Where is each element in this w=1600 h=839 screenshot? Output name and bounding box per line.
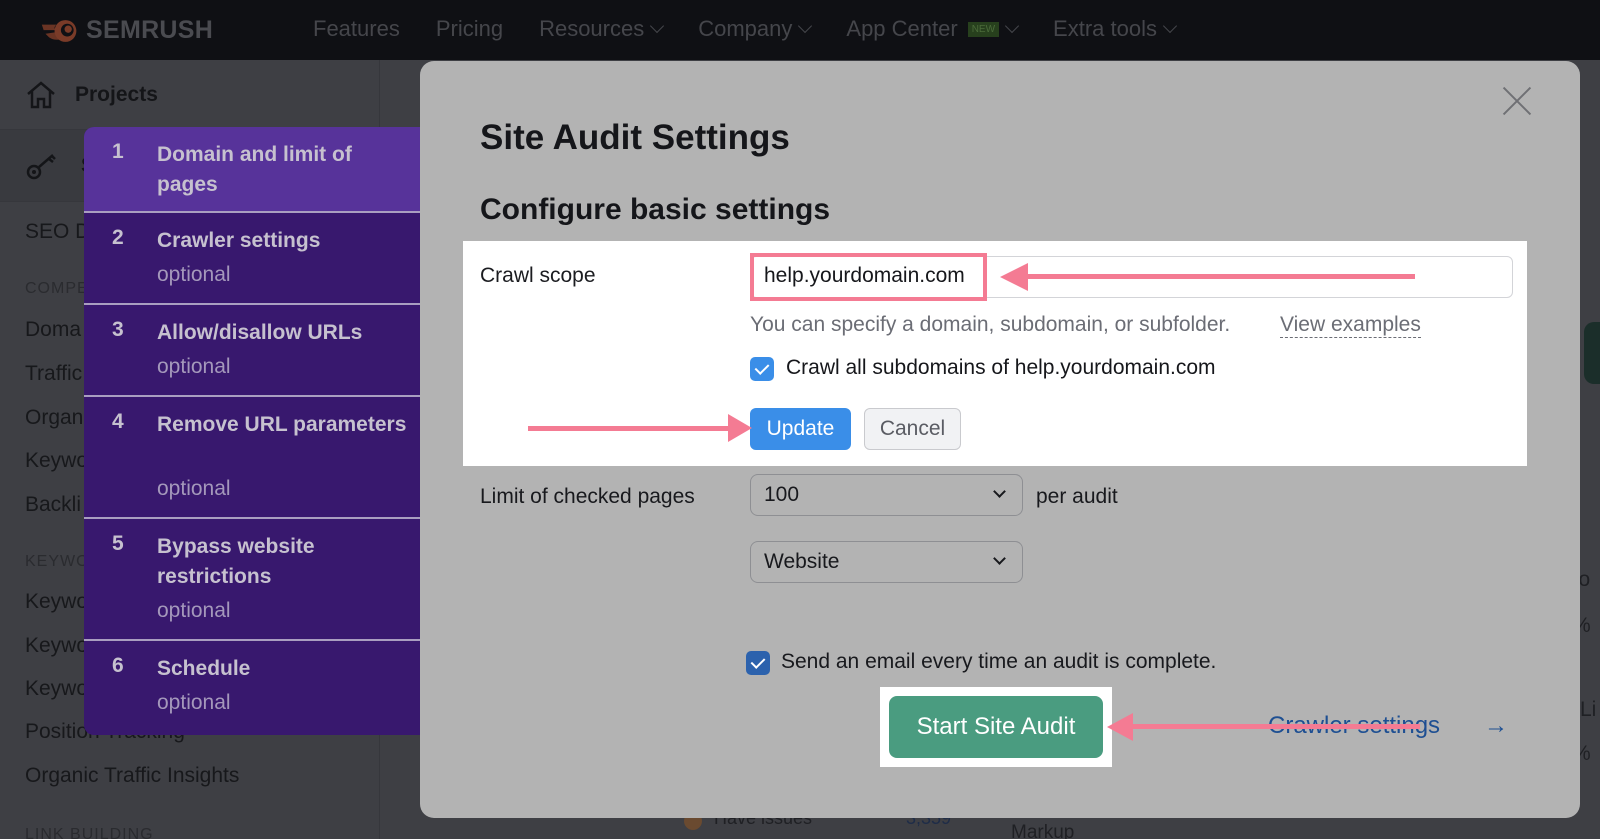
nav-app-center[interactable]: App Center NEW [846,16,1020,42]
sidebar-item[interactable]: Keywo [25,634,88,658]
crawl-subdomains-checkbox[interactable] [750,357,774,381]
sidebar-section: LINK BUILDING [25,826,154,839]
per-audit-label: per audit [1036,485,1118,508]
view-examples-link[interactable]: View examples [1280,313,1421,338]
step-optional: optional [157,477,231,500]
brand-name: SEMRUSH [86,16,214,44]
email-notification-label: Send an email every time an audit is com… [781,650,1217,673]
step-number: 2 [112,226,124,249]
sidebar-item[interactable]: Organ [25,406,83,430]
nav-company[interactable]: Company [698,16,813,42]
crawl-subdomains-label: Crawl all subdomains of help.yourdomain.… [786,356,1216,379]
sidebar-projects[interactable]: Projects [0,60,380,130]
crawl-source-select[interactable]: Website [750,541,1023,583]
step-5-bypass-restrictions[interactable]: 5 Bypass website restrictions optional [84,519,420,641]
chevron-down-icon [650,18,665,34]
email-notification-checkbox[interactable] [746,651,770,675]
step-number: 1 [112,140,124,163]
chevron-down-icon [993,485,1006,498]
cancel-button[interactable]: Cancel [864,408,961,450]
crawl-source-value: Website [764,550,840,573]
step-4-remove-url-params[interactable]: 4 Remove URL parameters optional [84,397,420,519]
nav-label: Resources [539,16,645,41]
crawl-scope-label: Crawl scope [480,264,596,287]
step-number: 3 [112,318,124,341]
close-icon[interactable] [1500,84,1534,118]
nav-features[interactable]: Features [313,16,400,42]
sidebar-item[interactable]: Keywo [25,590,88,614]
step-1-domain[interactable]: 1 Domain and limit of pages [84,127,420,213]
chevron-down-icon [798,18,813,34]
step-title: Crawler settings [157,229,321,252]
crawl-scope-hint: You can specify a domain, subdomain, or … [750,313,1231,336]
limit-pages-select[interactable]: 100 [750,474,1023,516]
nav-extra-tools[interactable]: Extra tools [1053,16,1178,42]
step-6-schedule[interactable]: 6 Schedule optional [84,641,420,735]
sidebar-section: KEYWO [25,553,90,570]
step-3-allow-disallow[interactable]: 3 Allow/disallow URLs optional [84,305,420,397]
step-title: Bypass website restrictions [157,535,315,588]
chevron-down-icon [1004,18,1020,34]
nav-pricing[interactable]: Pricing [436,16,503,42]
semrush-logo[interactable]: SEMRUSH [40,16,213,45]
background-text: Markup [1011,822,1075,839]
crawl-scope-value[interactable]: help.yourdomain.com [764,264,965,288]
wizard-steps: 1 Domain and limit of pages 2 Crawler se… [84,127,420,735]
nav-resources[interactable]: Resources [539,16,665,42]
nav-label: Company [698,16,793,41]
step-optional: optional [157,355,231,378]
step-optional: optional [157,691,231,714]
sidebar-item[interactable]: SEO D [25,220,90,244]
start-site-audit-button[interactable]: Start Site Audit [889,696,1103,758]
chevron-down-icon [1162,18,1178,34]
step-optional: optional [157,263,231,286]
nav-label: Extra tools [1053,16,1157,41]
step-2-crawler-settings[interactable]: 2 Crawler settings optional [84,213,420,305]
limit-pages-value: 100 [764,483,800,506]
nav-label: Features [313,16,400,41]
chevron-down-icon [993,552,1006,565]
step-number: 4 [112,410,124,433]
modal-subtitle: Configure basic settings [480,193,831,226]
update-button[interactable]: Update [750,408,851,450]
top-nav: SEMRUSH Features Pricing Resources Compa… [0,0,1600,60]
key-icon [26,153,56,179]
new-badge: NEW [967,21,1000,37]
limit-pages-label: Limit of checked pages [480,485,695,508]
sidebar-item[interactable]: Keywo [25,677,88,701]
background-text: Li [1580,698,1597,721]
sidebar-item[interactable]: Doma [25,318,81,342]
nav-label: App Center [846,16,958,41]
step-number: 6 [112,654,124,677]
step-title: Remove URL parameters [157,413,407,436]
background-button [1584,322,1600,384]
sidebar-item[interactable]: Keywo [25,449,88,473]
sidebar-item[interactable]: Traffic [25,362,82,386]
semrush-logo-icon [41,19,77,42]
arrow-right-icon[interactable]: → [1484,712,1508,740]
step-title: Schedule [157,657,251,680]
modal-title: Site Audit Settings [480,118,790,157]
sidebar-item[interactable]: Backli [25,493,81,517]
step-optional: optional [157,599,231,622]
step-number: 5 [112,532,124,555]
step-title: Domain and limit of pages [157,143,352,196]
home-icon [27,80,55,108]
step-title: Allow/disallow URLs [157,321,363,344]
nav-label: Pricing [435,16,504,41]
sidebar-projects-label: Projects [75,82,158,106]
sidebar-item-organic-traffic-insights[interactable]: Organic Traffic Insights [25,764,239,788]
sidebar-section: COMPE [25,280,89,297]
